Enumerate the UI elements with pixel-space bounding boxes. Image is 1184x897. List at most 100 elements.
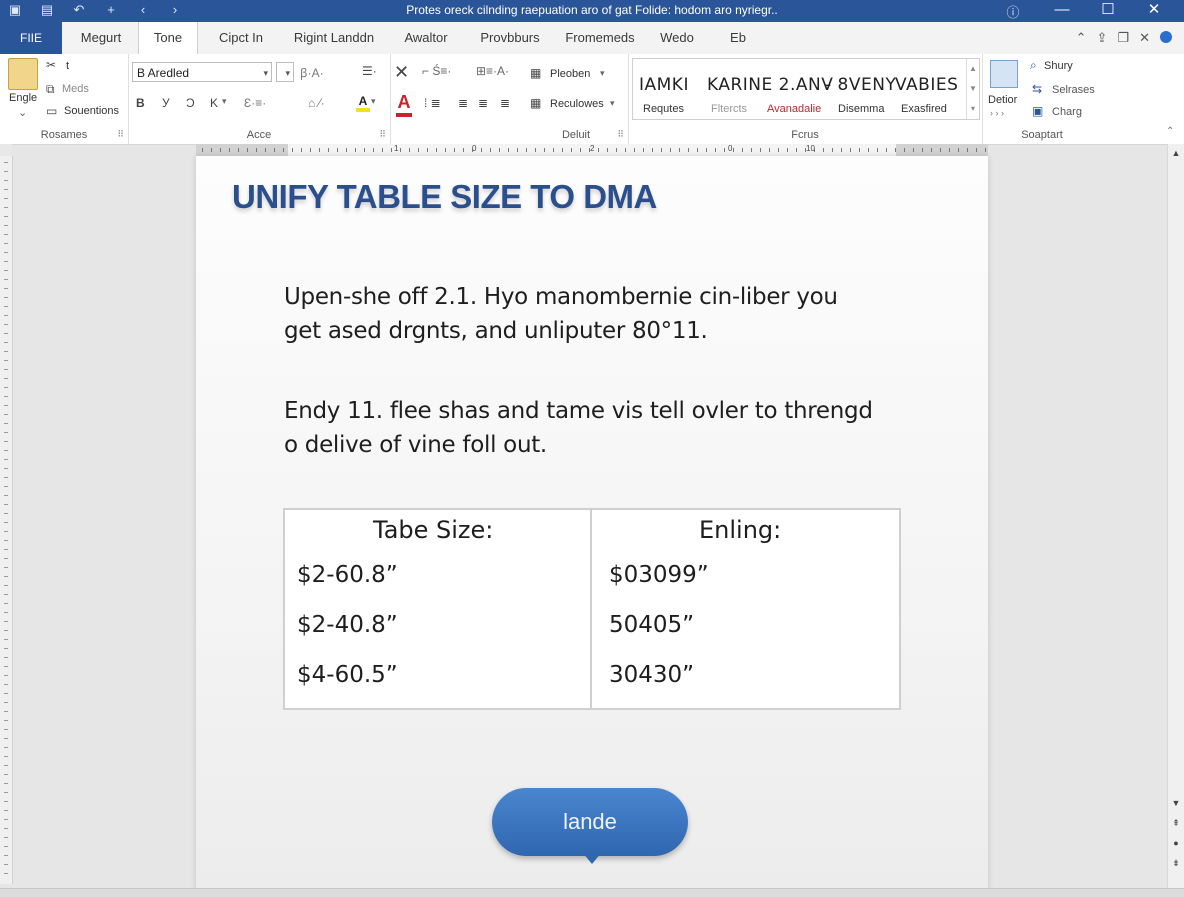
share-icon[interactable]: ⇪ — [1097, 30, 1108, 46]
style-sub-1[interactable]: Requtes — [643, 103, 684, 115]
tab-2[interactable]: Tone — [138, 22, 198, 54]
tab-5[interactable]: Awaltor — [392, 22, 460, 54]
scroll-down-icon[interactable]: ▼ — [1168, 798, 1184, 808]
font-expand-icon[interactable]: ⠿ — [379, 129, 386, 140]
editing-big-label[interactable]: Detior — [988, 94, 1017, 106]
document-table[interactable]: Tabe Size: Enling: $2-60.8” $03099” $2-4… — [283, 508, 901, 710]
style-sub-5[interactable]: Exasfired — [901, 103, 947, 115]
text-highlight-color-icon[interactable]: A — [356, 94, 370, 112]
chevron-down-icon[interactable]: ▼ — [967, 79, 979, 99]
tab-1[interactable]: Megurt — [62, 22, 140, 54]
clipboard-expand-icon[interactable]: ⠿ — [117, 129, 124, 140]
close-button[interactable]: ✕ — [1132, 0, 1176, 22]
ruler-tick — [751, 148, 752, 152]
account-dot-icon[interactable] — [1160, 31, 1172, 43]
font-name-combo[interactable]: B Aredled ▾ — [132, 62, 272, 82]
format-painter-icon[interactable]: ▭ — [46, 104, 57, 118]
chevron-up-icon[interactable]: ▲ — [967, 59, 979, 79]
find-icon[interactable]: ⌕ — [1030, 58, 1037, 73]
ruler-tick — [4, 837, 8, 838]
style-sub-4[interactable]: Disemma — [838, 103, 884, 115]
highlight-icon[interactable]: ⌂ ⁄· — [308, 96, 325, 110]
font-size-combo[interactable]: ▾ — [276, 62, 294, 82]
replace-icon[interactable]: ⇆ — [1032, 82, 1042, 96]
style-4-name[interactable]: VABIES — [895, 75, 958, 95]
restore-icon[interactable]: ❐ — [1117, 30, 1129, 46]
tab-3[interactable]: Cipct In — [208, 22, 274, 54]
grow-font-icon[interactable]: ꞵ·A· — [300, 64, 324, 81]
pleoben-icon[interactable]: ▦ — [530, 66, 541, 80]
chevron-up-icon[interactable]: ⌃ — [1076, 30, 1087, 46]
clipboard-item-3[interactable]: Souentions — [64, 105, 119, 117]
copy-icon[interactable]: ⧉ — [46, 82, 55, 97]
align-right-icon[interactable]: ≣ — [478, 96, 488, 110]
reculowes-icon[interactable]: ▦ — [530, 96, 541, 110]
maximize-button[interactable]: ☐ — [1086, 0, 1130, 22]
document-page[interactable]: UNIFY TABLE SIZE TO DMA Upen-she off 2.1… — [196, 156, 988, 896]
close-icon[interactable]: ✕ — [1139, 30, 1150, 46]
editor-icon[interactable] — [990, 60, 1018, 88]
paragraph-expand-icon[interactable]: ⠿ — [617, 129, 624, 140]
editing-item-3[interactable]: Charg — [1052, 106, 1082, 118]
paragraph-item-2[interactable]: Reculowes — [550, 98, 604, 110]
scroll-up-icon[interactable]: ▲ — [1168, 148, 1184, 158]
chevron-down-icon[interactable]: ▾ — [222, 96, 227, 107]
cut-icon[interactable]: ✂ — [46, 58, 56, 72]
account-icon[interactable]: ⓘ — [1002, 2, 1024, 20]
k-button[interactable]: K — [210, 96, 218, 110]
vertical-scrollbar[interactable]: ▲ ▼ ⇞ ● ⇟ — [1167, 144, 1184, 888]
tab-7[interactable]: Fromemeds — [560, 22, 640, 54]
chevron-down-icon[interactable]: ▾ — [600, 68, 605, 79]
style-sub-3[interactable]: Avanadalie — [767, 103, 821, 115]
paste-dropdown-icon[interactable]: ⌄ — [18, 106, 27, 119]
align-left-icon[interactable]: ⁞ ≣ — [424, 96, 441, 110]
ruler-tick — [229, 148, 230, 152]
minimize-button[interactable]: — — [1040, 0, 1084, 22]
styles-gallery-scroll[interactable]: ▲ ▼ ▾ — [966, 59, 979, 119]
italic-button[interactable]: У — [162, 96, 170, 110]
more-icon[interactable]: ▾ — [967, 99, 979, 119]
style-sub-2[interactable]: Fltercts — [711, 103, 747, 115]
tab-9[interactable]: Eb — [714, 22, 762, 54]
ruler-tick — [787, 148, 788, 152]
paragraph-item-1[interactable]: Pleoben — [550, 68, 590, 80]
ruler-tick — [4, 261, 8, 262]
sort-icon[interactable]: ⊞≡·A· — [476, 64, 509, 78]
font-color-icon[interactable]: A — [396, 92, 412, 117]
chevron-down-icon[interactable]: ▾ — [610, 98, 615, 109]
editing-item-2[interactable]: Selrases — [1052, 84, 1095, 96]
justify-icon[interactable]: ≣ — [500, 96, 510, 110]
style-1-name[interactable]: IAMKI — [639, 75, 689, 95]
indent-icon[interactable]: ⌐ Ś≡· — [422, 64, 451, 78]
tab-8[interactable]: Wedo — [650, 22, 704, 54]
tab-4[interactable]: Rigint Landdn — [284, 22, 384, 54]
tab-file[interactable]: FIIE — [0, 22, 62, 54]
style-3-name[interactable]: - 8VENY — [825, 75, 896, 95]
bold-button[interactable]: B — [136, 96, 145, 110]
chevron-down-icon[interactable]: ▾ — [371, 96, 376, 107]
callout-button[interactable]: lande — [492, 788, 688, 856]
chevron-down-icon[interactable]: ▾ — [285, 63, 290, 83]
paste-label[interactable]: Engle — [9, 92, 37, 104]
underline-button[interactable]: Ɔ — [186, 96, 195, 110]
paste-icon[interactable] — [8, 58, 38, 90]
align-center-icon[interactable]: ≣ — [458, 96, 468, 110]
style-2-name[interactable]: KARINE 2.ANV — [707, 75, 833, 95]
ruler-tick — [4, 396, 8, 397]
clipboard-item-2[interactable]: Meds — [62, 83, 89, 95]
collapse-ribbon-icon[interactable]: ⌃ — [1166, 126, 1174, 137]
tab-6[interactable]: Provbburs — [470, 22, 550, 54]
editing-item-1[interactable]: Shury — [1044, 60, 1073, 72]
strikethrough-icon[interactable]: Ɛ·≡· — [244, 96, 266, 110]
vertical-ruler[interactable] — [0, 156, 13, 884]
prev-page-icon[interactable]: ⇞ — [1168, 818, 1184, 829]
select-icon[interactable]: ▣ — [1032, 104, 1043, 118]
chevron-down-icon[interactable]: › › › — [990, 108, 1004, 118]
ruler-tick — [4, 513, 8, 514]
bullets-icon[interactable]: ☰· — [362, 64, 377, 78]
clipboard-item-1[interactable]: t — [66, 60, 69, 72]
select-browse-icon[interactable]: ● — [1168, 838, 1184, 848]
chevron-down-icon[interactable]: ▾ — [263, 63, 268, 83]
clear-format-icon[interactable]: ✕ — [394, 62, 409, 83]
next-page-icon[interactable]: ⇟ — [1168, 858, 1184, 869]
